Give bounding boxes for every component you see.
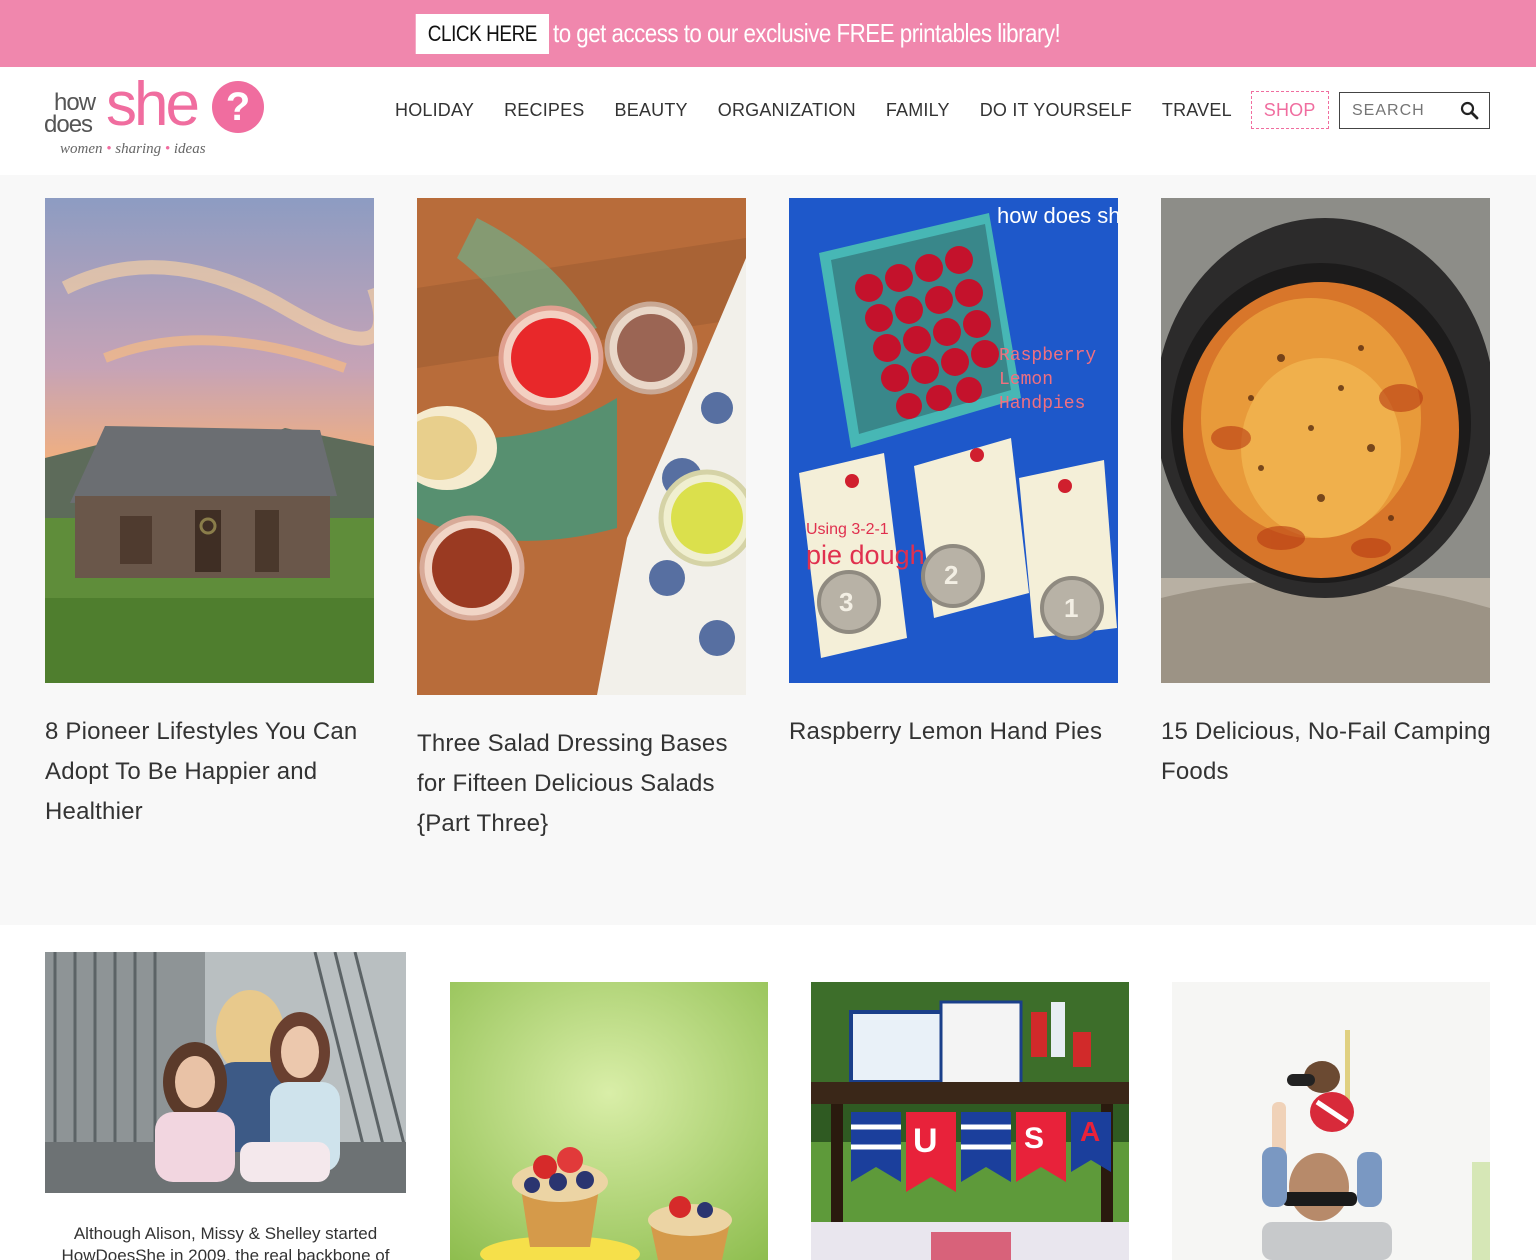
tagline-dot-icon: • — [106, 141, 116, 157]
nav-family[interactable]: FAMILY — [871, 100, 965, 121]
banner-letter-a: A — [1080, 1116, 1101, 1147]
nav-holiday[interactable]: HOLIDAY — [380, 100, 489, 121]
tagline-women: women — [60, 141, 103, 157]
nav-beauty[interactable]: BEAUTY — [600, 100, 703, 121]
nav-travel[interactable]: TRAVEL — [1147, 100, 1247, 121]
post-image-dressings[interactable] — [417, 198, 746, 695]
logo-she: she — [106, 70, 200, 139]
tag-number-3: 3 — [839, 587, 854, 617]
image-caption: Raspberry Lemon Handpies — [999, 344, 1096, 416]
promo-bar: CLICK HERE to get access to our exclusiv… — [0, 0, 1536, 67]
post-image-raspberry-handpies[interactable]: Raspberry Lemon Handpies Using 3-2-1 pie… — [789, 198, 1118, 683]
nav-do-it-yourself[interactable]: DO IT YOURSELF — [965, 100, 1147, 121]
about-photo — [45, 952, 406, 1193]
tagline-ideas: ideas — [173, 141, 206, 157]
search-input[interactable] — [1340, 101, 1458, 120]
promo-text[interactable]: to get access to our exclusive FREE prin… — [553, 18, 1061, 49]
logo-tagline: women • sharing • ideas — [60, 141, 206, 158]
post-image-camping-food[interactable] — [1161, 198, 1490, 683]
site-logo[interactable]: how does she ? women • sharing • ideas — [44, 70, 274, 165]
post-image-fruit-tarts[interactable] — [450, 982, 768, 1260]
nav-organization[interactable]: ORGANIZATION — [703, 100, 871, 121]
nav-recipes[interactable]: RECIPES — [489, 100, 599, 121]
image-text-raspberry: Raspberry — [999, 346, 1097, 366]
search-box — [1339, 92, 1490, 129]
banner-letter-u: U — [913, 1122, 938, 1160]
post-image-family-outing[interactable] — [1172, 982, 1490, 1260]
banner-letter-s: S — [1024, 1122, 1045, 1155]
main-nav: HOLIDAY RECIPES BEAUTY ORGANIZATION FAMI… — [380, 91, 1329, 129]
post-image-barn[interactable] — [45, 198, 374, 683]
image-text-handpies: Handpies — [999, 394, 1086, 414]
tag-number-2: 2 — [944, 560, 959, 590]
site-header: how does she ? women • sharing • ideas H… — [0, 67, 1536, 175]
search-icon[interactable] — [1458, 99, 1482, 123]
post-title[interactable]: 15 Delicious, No-Fail Camping Foods — [1161, 712, 1501, 792]
post-title[interactable]: Raspberry Lemon Hand Pies — [789, 712, 1129, 752]
image-text-pie-dough: pie dough — [806, 540, 925, 570]
click-here-button[interactable]: CLICK HERE — [415, 13, 549, 54]
nav-shop[interactable]: SHOP — [1250, 91, 1329, 129]
tag-number-1: 1 — [1064, 593, 1079, 623]
lower-content: Although Alison, Missy & Shelley started… — [0, 925, 1536, 1260]
tagline-sharing: sharing — [115, 141, 162, 157]
image-text-using: Using 3-2-1 — [806, 521, 889, 538]
post-image-usa-party[interactable]: U S A — [811, 982, 1129, 1260]
post-title[interactable]: 8 Pioneer Lifestyles You Can Adopt To Be… — [45, 712, 385, 832]
about-text: Although Alison, Missy & Shelley started… — [61, 1224, 390, 1260]
image-watermark: how does she — [997, 203, 1118, 228]
logo-question-icon: ? — [212, 81, 264, 133]
post-title[interactable]: Three Salad Dressing Bases for Fifteen D… — [417, 724, 757, 844]
logo-does: does — [44, 111, 93, 138]
image-text-lemon: Lemon — [999, 370, 1054, 390]
featured-posts: 8 Pioneer Lifestyles You Can Adopt To Be… — [0, 175, 1536, 925]
tagline-dot-icon: • — [164, 141, 174, 157]
